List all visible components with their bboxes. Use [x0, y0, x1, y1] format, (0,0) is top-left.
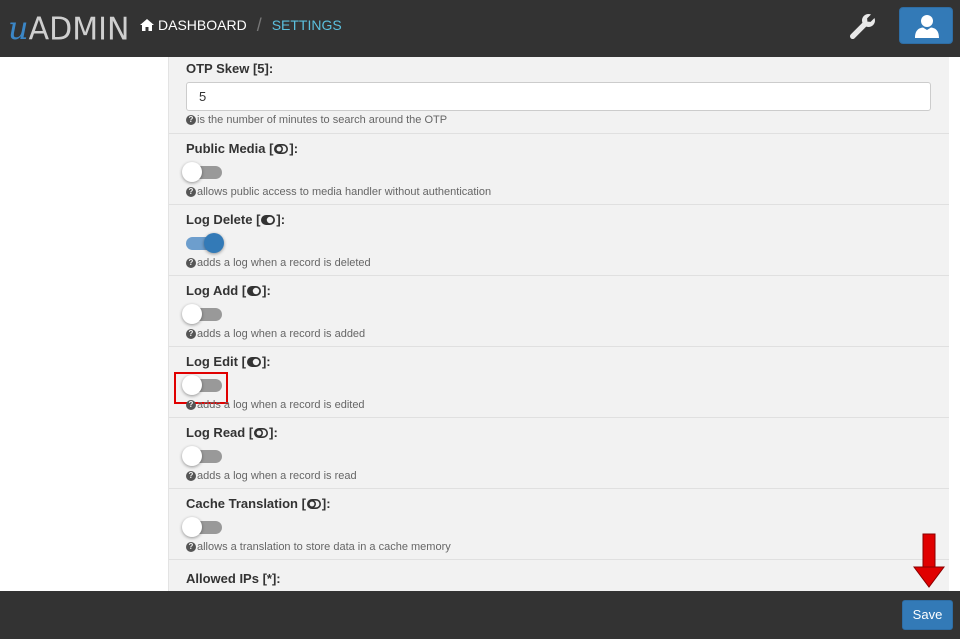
user-icon: [915, 15, 939, 38]
question-circle-icon: ?: [186, 258, 196, 268]
log-edit-label-suffix: ]:: [261, 354, 271, 369]
cache-translation-label-suffix: ]:: [321, 496, 331, 511]
allowed-ips-label: Allowed IPs [*]:: [186, 571, 281, 586]
toggle-off-icon: [274, 142, 289, 157]
cache-translation-help: ? allows a translation to store data in …: [186, 541, 451, 553]
setting-otp-skew: OTP Skew [5]: 5 ? is the number of minut…: [169, 57, 949, 134]
cache-translation-label: Cache Translation []:: [186, 496, 331, 512]
toggle-off-icon: [306, 497, 321, 512]
toggle-on-icon: [246, 355, 261, 370]
toggle-knob: [182, 517, 202, 537]
arrow-down-icon: [913, 533, 945, 589]
log-delete-toggle[interactable]: [186, 233, 224, 253]
otp-skew-label: OTP Skew [5]:: [186, 61, 274, 76]
user-menu-button[interactable]: [899, 7, 953, 44]
bottom-action-bar: [0, 591, 960, 639]
log-add-help: ? adds a log when a record is added: [186, 328, 365, 340]
log-edit-help-text: adds a log when a record is edited: [197, 399, 365, 411]
log-delete-label-suffix: ]:: [276, 212, 286, 227]
top-navbar: u ADMIN DASHBOARD / SETTINGS: [0, 0, 960, 57]
toggle-knob: [204, 233, 224, 253]
settings-panel: OTP Skew [5]: 5 ? is the number of minut…: [168, 57, 949, 591]
breadcrumb-dashboard-label: DASHBOARD: [158, 17, 247, 33]
setting-allowed-ips: Allowed IPs [*]:: [169, 560, 949, 591]
question-circle-icon: ?: [186, 187, 196, 197]
log-edit-label: Log Edit []:: [186, 354, 271, 370]
question-circle-icon: ?: [186, 400, 196, 410]
log-read-toggle[interactable]: [182, 446, 222, 466]
toggle-on-icon: [247, 284, 262, 299]
question-circle-icon: ?: [186, 115, 196, 125]
log-delete-help-text: adds a log when a record is deleted: [197, 257, 371, 269]
public-media-help: ? allows public access to media handler …: [186, 186, 491, 198]
app-logo[interactable]: u ADMIN: [8, 8, 129, 48]
log-read-help: ? adds a log when a record is read: [186, 470, 357, 482]
toggle-knob: [182, 304, 202, 324]
toggle-off-icon: [254, 426, 269, 441]
public-media-label: Public Media []:: [186, 141, 298, 157]
log-edit-label-prefix: Log Edit [: [186, 354, 246, 369]
log-add-label-prefix: Log Add [: [186, 283, 247, 298]
toggle-knob: [182, 446, 202, 466]
log-delete-label-prefix: Log Delete [: [186, 212, 261, 227]
cache-translation-help-text: allows a translation to store data in a …: [197, 541, 451, 553]
breadcrumb-dashboard-link[interactable]: DASHBOARD: [140, 17, 247, 33]
question-circle-icon: ?: [186, 542, 196, 552]
breadcrumb-separator: /: [256, 14, 262, 35]
log-read-help-text: adds a log when a record is read: [197, 470, 357, 482]
toggle-knob: [182, 162, 202, 182]
logo-text: ADMIN: [28, 11, 130, 48]
otp-skew-help: ? is the number of minutes to search aro…: [186, 114, 447, 126]
otp-skew-help-text: is the number of minutes to search aroun…: [197, 114, 448, 126]
log-read-label-prefix: Log Read [: [186, 425, 254, 440]
otp-skew-input[interactable]: 5: [186, 82, 931, 111]
log-delete-help: ? adds a log when a record is deleted: [186, 257, 371, 269]
log-add-label: Log Add []:: [186, 283, 271, 299]
log-add-label-suffix: ]:: [262, 283, 271, 298]
public-media-label-suffix: ]:: [289, 141, 299, 156]
public-media-label-prefix: Public Media [: [186, 141, 274, 156]
public-media-help-text: allows public access to media handler wi…: [197, 186, 492, 198]
wrench-icon[interactable]: [848, 12, 876, 40]
setting-log-delete: Log Delete []: ? adds a log when a recor…: [169, 205, 949, 276]
cache-translation-label-prefix: Cache Translation [: [186, 496, 306, 511]
log-delete-label: Log Delete []:: [186, 212, 285, 228]
question-circle-icon: ?: [186, 329, 196, 339]
setting-cache-translation: Cache Translation []: ? allows a transla…: [169, 489, 949, 560]
breadcrumb-current: SETTINGS: [271, 17, 342, 33]
log-add-toggle[interactable]: [182, 304, 222, 324]
logo-prefix: u: [8, 9, 29, 47]
toggle-on-icon: [261, 213, 276, 228]
log-read-label-suffix: ]:: [269, 425, 278, 440]
public-media-toggle[interactable]: [182, 162, 222, 182]
question-circle-icon: ?: [186, 471, 196, 481]
setting-log-edit: Log Edit []: ? adds a log when a record …: [169, 347, 949, 418]
log-add-help-text: adds a log when a record is added: [197, 328, 366, 340]
log-edit-help: ? adds a log when a record is edited: [186, 399, 365, 411]
cache-translation-toggle[interactable]: [182, 517, 222, 537]
log-read-label: Log Read []:: [186, 425, 278, 441]
setting-log-add: Log Add []: ? adds a log when a record i…: [169, 276, 949, 347]
home-icon: [140, 19, 154, 31]
setting-public-media: Public Media []: ? allows public access …: [169, 134, 949, 205]
setting-log-read: Log Read []: ? adds a log when a record …: [169, 418, 949, 489]
breadcrumb: DASHBOARD / SETTINGS: [140, 14, 342, 35]
save-button[interactable]: Save: [902, 600, 953, 630]
